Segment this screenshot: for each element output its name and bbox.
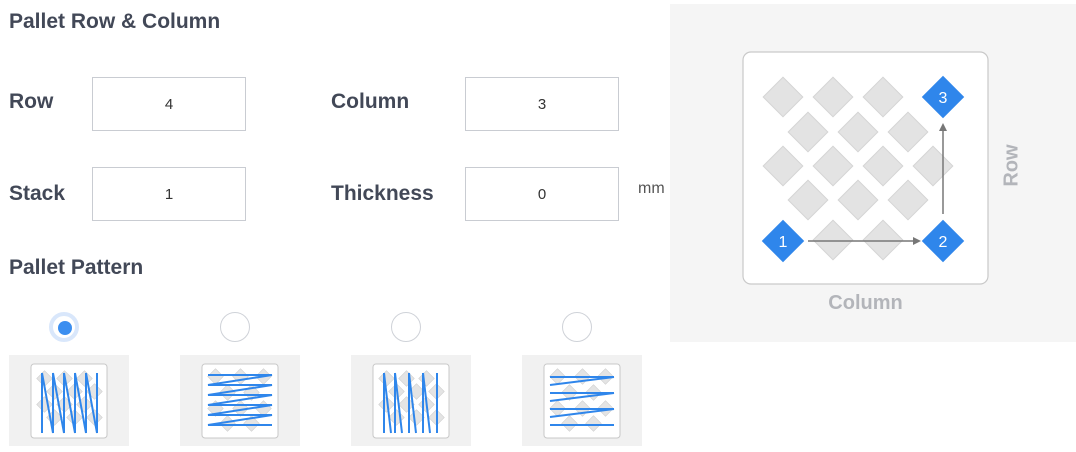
- row-label: Row: [9, 90, 54, 113]
- pattern-column-return-icon: [372, 363, 450, 439]
- pattern-card-2[interactable]: [180, 355, 300, 446]
- pattern-card-3[interactable]: [351, 355, 471, 446]
- column-axis-label: Column: [828, 292, 903, 314]
- pattern-radio-4[interactable]: [562, 312, 592, 342]
- pattern-radio-3[interactable]: [391, 312, 421, 342]
- thickness-label: Thickness: [331, 182, 434, 205]
- thickness-unit: mm: [638, 180, 665, 197]
- section-title-row-column: Pallet Row & Column: [9, 10, 221, 33]
- row-axis-label: Row: [1000, 144, 1023, 187]
- row-input[interactable]: [92, 77, 246, 131]
- pallet-preview-panel: 1 2 3 Column Row: [670, 4, 1076, 342]
- pattern-row-return-icon: [543, 363, 621, 439]
- column-input[interactable]: [465, 77, 619, 131]
- stack-input[interactable]: [92, 167, 246, 221]
- column-label: Column: [331, 90, 410, 113]
- marker-2-label: 2: [939, 234, 948, 251]
- pattern-card-4[interactable]: [522, 355, 642, 446]
- pattern-card-1[interactable]: [9, 355, 129, 446]
- pattern-column-zigzag-icon: [30, 363, 108, 439]
- marker-3-label: 3: [939, 90, 948, 107]
- pattern-radio-2[interactable]: [220, 312, 250, 342]
- thickness-unit-wrap: mm: [638, 180, 670, 198]
- pattern-radio-1[interactable]: [49, 312, 79, 342]
- stack-label: Stack: [9, 182, 66, 205]
- thickness-input[interactable]: [465, 167, 619, 221]
- marker-1-label: 1: [779, 234, 788, 251]
- section-title-pattern: Pallet Pattern: [9, 256, 144, 279]
- pattern-row-zigzag-icon: [201, 363, 279, 439]
